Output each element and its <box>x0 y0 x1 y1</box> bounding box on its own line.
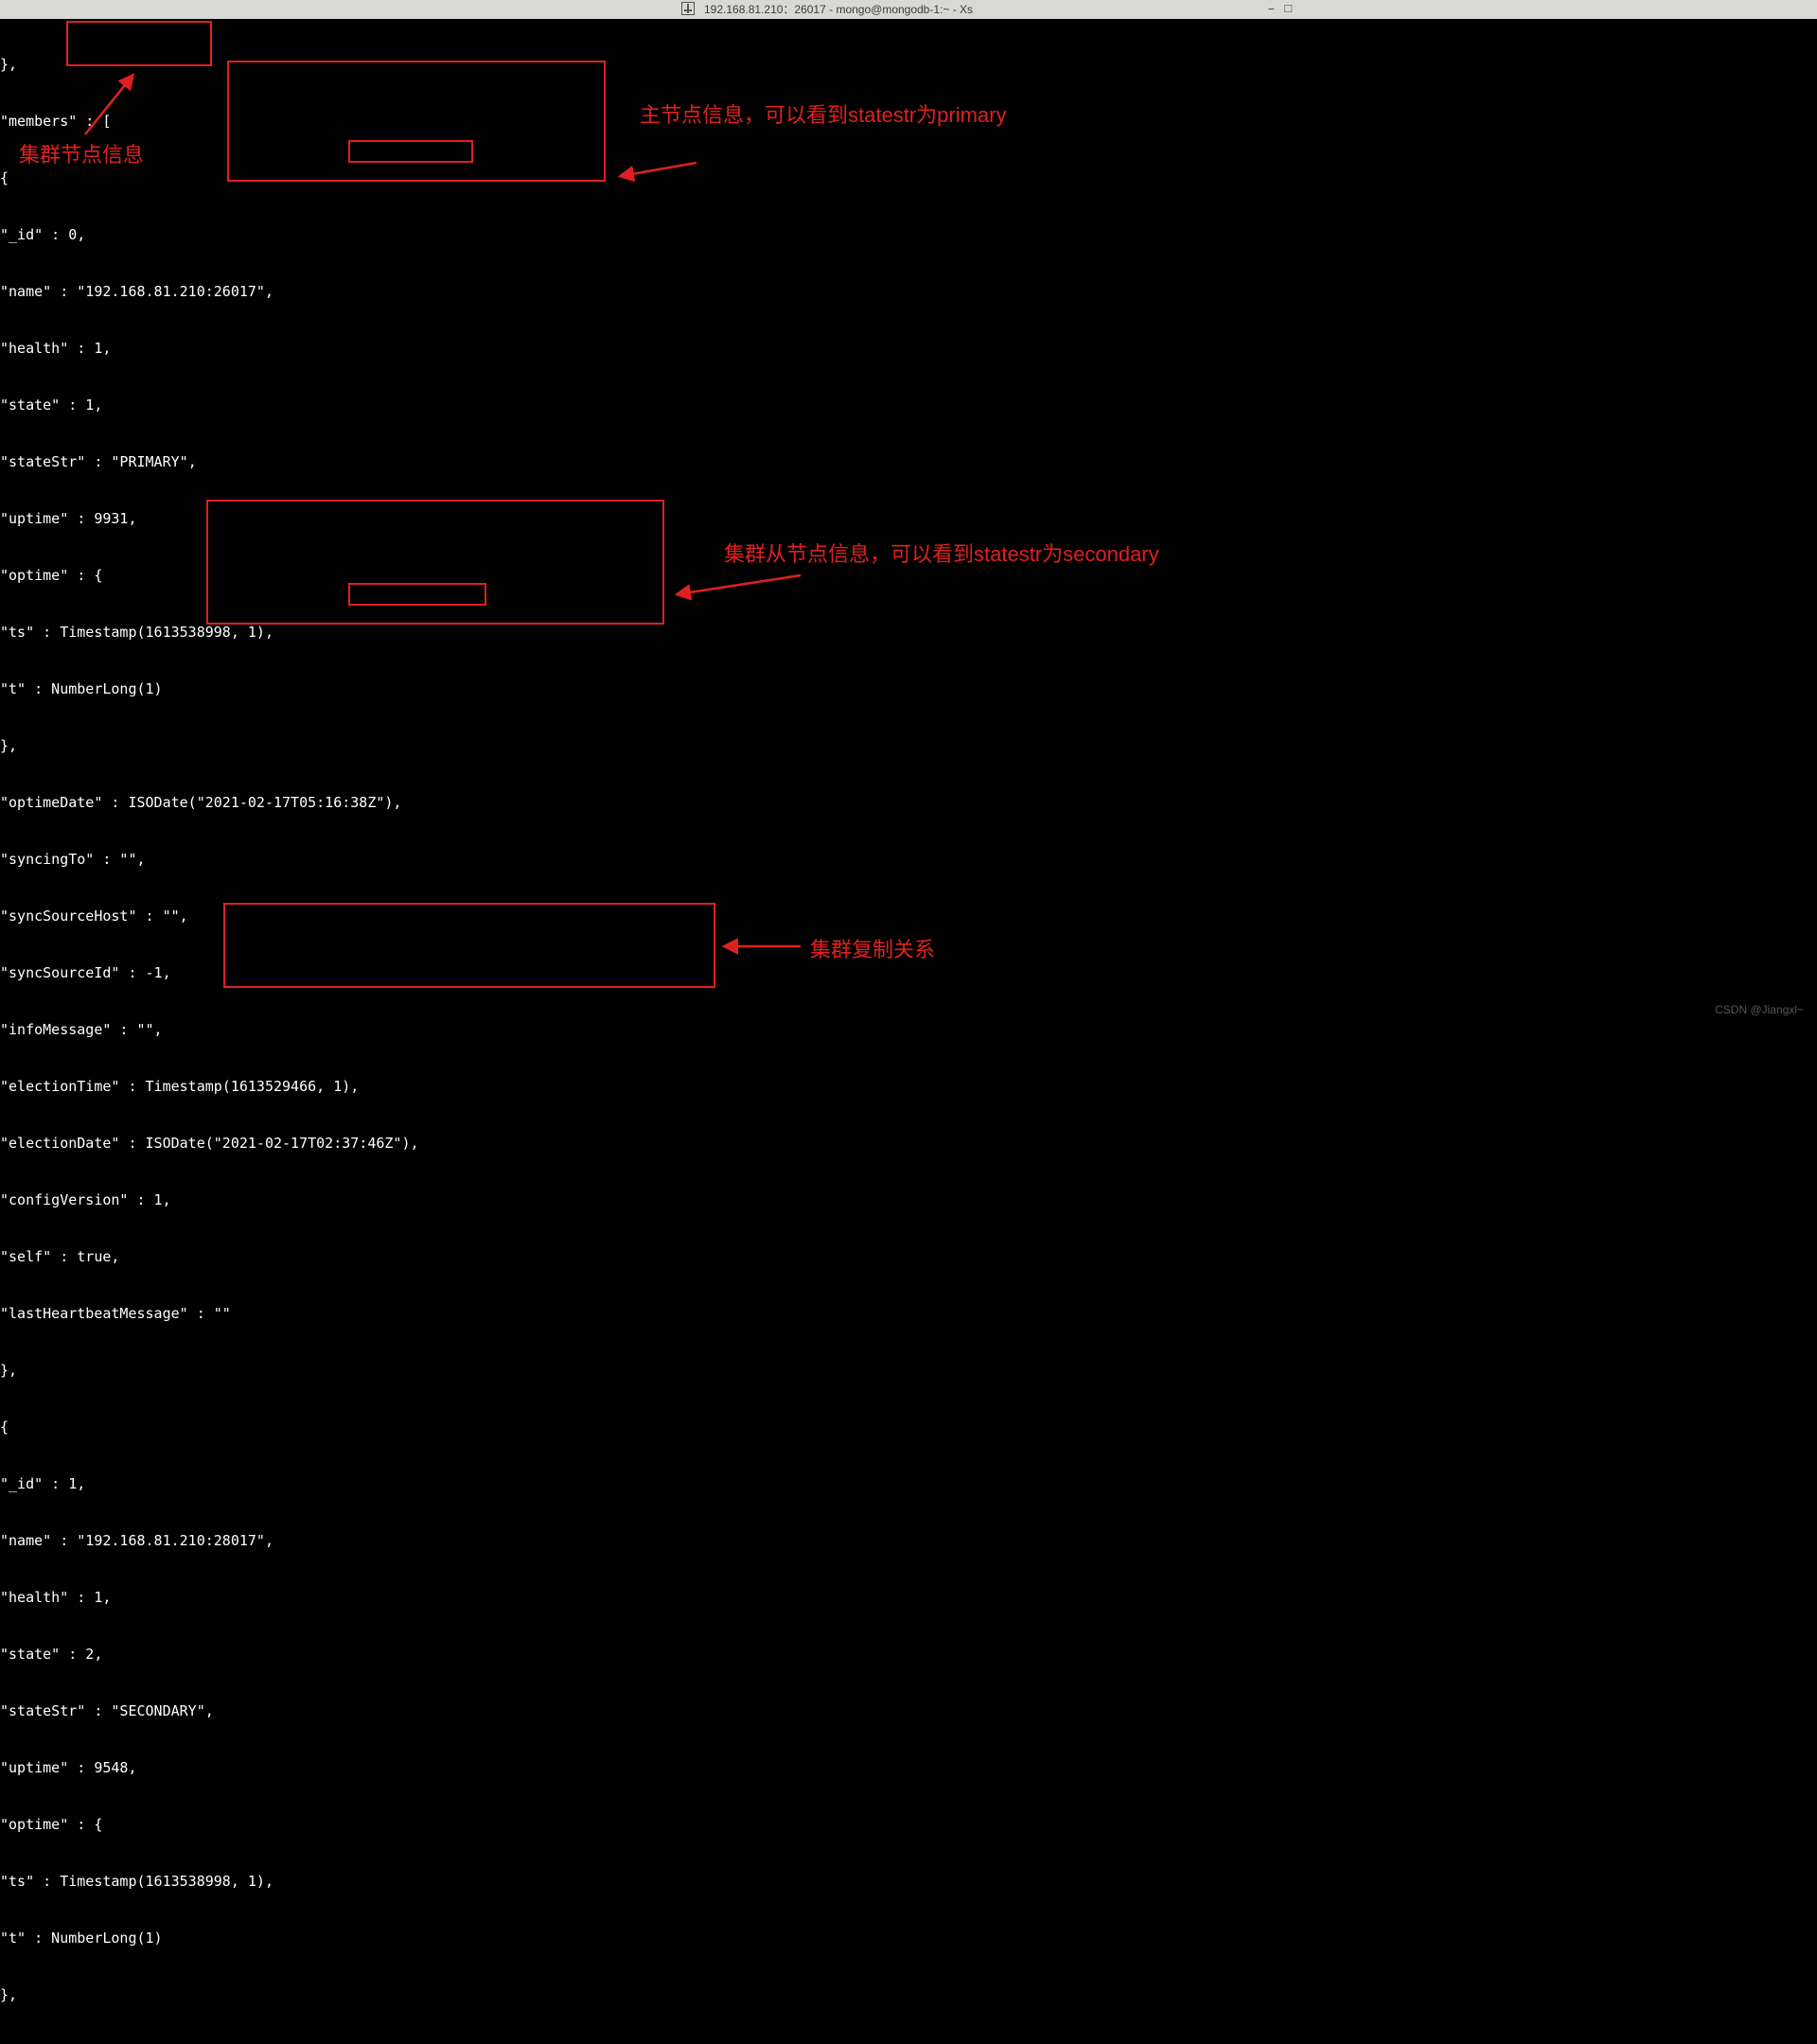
code-line: "uptime" : 9548, <box>0 1758 1817 1777</box>
code-line: "t" : NumberLong(1) <box>0 1929 1817 1947</box>
code-line: "_id" : 0, <box>0 225 1817 244</box>
terminal-icon <box>681 2 695 15</box>
maximize-button[interactable]: □ <box>1284 0 1292 19</box>
code-line: "health" : 1, <box>0 1588 1817 1607</box>
code-text: "stateStr" : <box>0 453 111 470</box>
minimize-button[interactable]: – <box>1267 0 1275 19</box>
code-line: }, <box>0 55 1817 74</box>
code-line: "configVersion" : 1, <box>0 1190 1817 1209</box>
statestr-primary-line: "stateStr" : "PRIMARY", <box>0 452 1817 471</box>
code-line: "optime" : { <box>0 1815 1817 1834</box>
annotation-secondary-label: 集群从节点信息，可以看到statestr为secondary <box>724 537 1159 568</box>
code-line: "infoMessage" : "", <box>0 1020 1817 1039</box>
code-line: }, <box>0 736 1817 755</box>
code-text: , <box>188 453 197 470</box>
code-line: "ts" : Timestamp(1613538998, 1), <box>0 1872 1817 1891</box>
code-line: }, <box>0 1361 1817 1380</box>
code-line: "state" : 1, <box>0 396 1817 414</box>
code-line: { <box>0 168 1817 187</box>
code-line: { <box>0 1418 1817 1436</box>
statestr-secondary-value: "SECONDARY" <box>111 1702 204 1719</box>
code-line: "lastHeartbeatMessage" : "" <box>0 1304 1817 1323</box>
window-controls: – □ <box>1267 0 1292 19</box>
annotation-sync-label: 集群复制关系 <box>810 933 935 963</box>
statestr-secondary-line: "stateStr" : "SECONDARY", <box>0 1701 1817 1720</box>
code-text: , <box>205 1702 214 1719</box>
code-line: "state" : 2, <box>0 1645 1817 1664</box>
code-line: "syncSourceHost" : "", <box>0 907 1817 925</box>
code-line: "health" : 1, <box>0 339 1817 358</box>
code-line: "_id" : 1, <box>0 1474 1817 1493</box>
code-line: "uptime" : 9931, <box>0 509 1817 528</box>
watermark: CSDN @Jiangxl~ <box>1715 1003 1804 1016</box>
window-titlebar: 192.168.81.210：26017 - mongo@mongodb-1:~… <box>0 0 1817 19</box>
code-line: "name" : "192.168.81.210:28017", <box>0 1531 1817 1550</box>
code-line: "electionTime" : Timestamp(1613529466, 1… <box>0 1077 1817 1096</box>
code-line: "syncingTo" : "", <box>0 850 1817 869</box>
code-line: "ts" : Timestamp(1613538998, 1), <box>0 623 1817 642</box>
code-line: "electionDate" : ISODate("2021-02-17T02:… <box>0 1134 1817 1153</box>
window-title: 192.168.81.210：26017 - mongo@mongodb-1:~… <box>704 0 973 19</box>
code-line: "optime" : { <box>0 566 1817 585</box>
code-line: "optimeDate" : ISODate("2021-02-17T05:16… <box>0 793 1817 812</box>
code-text: "stateStr" : <box>0 1702 111 1719</box>
annotation-members-label: 集群节点信息 <box>19 138 144 168</box>
code-line: "optimeDurable" : { <box>0 2042 1817 2044</box>
code-line: "self" : true, <box>0 1247 1817 1266</box>
code-line: "syncSourceId" : -1, <box>0 963 1817 982</box>
code-line: "t" : NumberLong(1) <box>0 679 1817 698</box>
annotation-primary-label: 主节点信息，可以看到statestr为primary <box>640 98 1006 129</box>
code-line: }, <box>0 1985 1817 2004</box>
terminal-output: }, "members" : [ { "_id" : 0, "name" : "… <box>0 17 1817 2044</box>
statestr-primary-value: "PRIMARY" <box>111 453 187 470</box>
code-line: "name" : "192.168.81.210:26017", <box>0 282 1817 301</box>
